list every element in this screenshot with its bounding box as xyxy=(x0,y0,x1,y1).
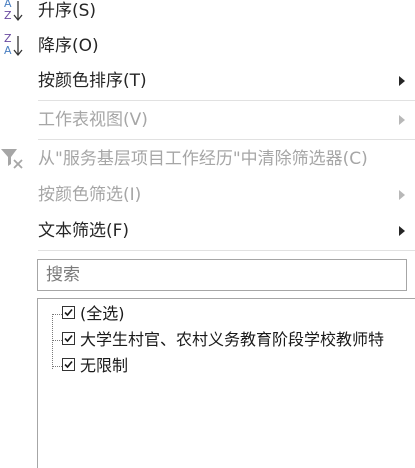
list-item-label: 无限制 xyxy=(80,356,129,375)
clear-filter-icon xyxy=(1,149,23,169)
checkbox[interactable] xyxy=(62,332,75,345)
sort-descending-label: 降序(O) xyxy=(38,36,99,56)
menu-item-sort-descending[interactable]: Z A 降序(O) xyxy=(0,28,415,64)
list-item[interactable]: (全选) xyxy=(38,301,415,327)
sheet-view-label: 工作表视图(V) xyxy=(38,110,148,130)
menu-separator xyxy=(38,139,415,140)
svg-text:Z: Z xyxy=(4,9,12,22)
sort-descending-icon: Z A xyxy=(4,32,23,57)
menu-item-sheet-view: 工作表视图(V) xyxy=(0,102,415,138)
checkmark-icon xyxy=(64,334,73,343)
submenu-arrow-icon xyxy=(399,76,405,86)
submenu-arrow-icon xyxy=(399,226,405,236)
list-item-label: 大学生村官、农村义务教育阶段学校教师特 xyxy=(80,330,385,349)
menu-item-sort-ascending[interactable]: A Z 升序(S) xyxy=(0,0,415,29)
list-item-label: (全选) xyxy=(80,304,125,323)
menu-separator xyxy=(38,250,415,251)
sort-ascending-label: 升序(S) xyxy=(38,1,97,21)
submenu-arrow-icon xyxy=(399,115,405,125)
checkmark-icon xyxy=(64,308,73,317)
menu-separator xyxy=(38,100,415,101)
checkbox-select-all[interactable] xyxy=(62,306,75,319)
clear-filter-label: 从"服务基层项目工作经历"中清除筛选器(C) xyxy=(38,149,368,169)
filter-dropdown-menu: A Z 升序(S) Z A 降序(O) 按颜色排序(T) 工作表视图(V) 从"… xyxy=(0,0,415,468)
checkbox[interactable] xyxy=(62,358,75,371)
list-item[interactable]: 大学生村官、农村义务教育阶段学校教师特 xyxy=(38,327,415,353)
menu-item-text-filter[interactable]: 文本筛选(F) xyxy=(0,213,415,249)
menu-item-filter-by-color: 按颜色筛选(I) xyxy=(0,177,415,213)
menu-item-clear-filter: 从"服务基层项目工作经历"中清除筛选器(C) xyxy=(0,141,415,177)
filter-by-color-label: 按颜色筛选(I) xyxy=(38,185,142,205)
checkmark-icon xyxy=(64,360,73,369)
search-input[interactable] xyxy=(37,259,407,291)
text-filter-label: 文本筛选(F) xyxy=(38,221,130,241)
list-item[interactable]: 无限制 xyxy=(38,353,415,379)
menu-item-sort-by-color[interactable]: 按颜色排序(T) xyxy=(0,63,415,99)
sort-ascending-icon: A Z xyxy=(4,0,23,22)
svg-text:A: A xyxy=(4,44,12,57)
sort-by-color-label: 按颜色排序(T) xyxy=(38,71,147,91)
submenu-arrow-icon xyxy=(399,190,405,200)
filter-value-list: (全选) 大学生村官、农村义务教育阶段学校教师特 无限制 xyxy=(37,298,415,468)
